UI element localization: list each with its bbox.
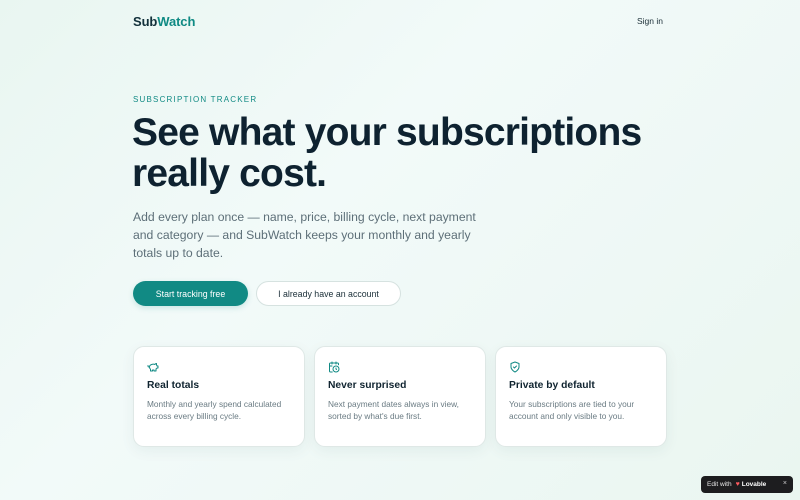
headline-line-2: really cost.	[132, 152, 327, 195]
heart-icon: ♥	[735, 481, 740, 488]
feature-card-private-by-default: Private by default Your subscriptions ar…	[495, 346, 667, 447]
shield-check-icon	[509, 360, 521, 373]
close-icon[interactable]: ×	[783, 480, 787, 487]
start-tracking-button[interactable]: Start tracking free	[133, 281, 248, 306]
feature-title: Never surprised	[328, 380, 407, 391]
logo-text-part1: Sub	[133, 14, 158, 29]
hero-eyebrow: SUBSCRIPTION TRACKER	[133, 95, 258, 104]
badge-brand: Lovable	[741, 481, 767, 488]
feature-title: Real totals	[147, 380, 200, 391]
headline-line-1: See what your subscriptions	[132, 111, 642, 154]
hero-headline: See what your subscriptions really cost.	[132, 112, 692, 194]
feature-description: Next payment dates always in view, sorte…	[328, 399, 459, 422]
site-header: SubWatch Sign in	[0, 0, 800, 44]
piggy-bank-icon	[147, 360, 159, 372]
feature-title: Private by default	[509, 380, 595, 391]
logo-text-part2: Watch	[157, 14, 196, 29]
feature-description: Your subscriptions are tied to your acco…	[509, 399, 635, 422]
logo[interactable]: SubWatch	[133, 14, 195, 29]
edit-with-lovable-badge[interactable]: Edit with ♥ Lovable ×	[701, 476, 793, 493]
sign-in-link[interactable]: Sign in	[637, 16, 663, 26]
badge-prefix: Edit with	[707, 481, 732, 488]
calendar-clock-icon	[328, 360, 340, 373]
feature-card-real-totals: Real totals Monthly and yearly spend cal…	[133, 346, 305, 447]
feature-description: Monthly and yearly spend calculated acro…	[147, 399, 282, 422]
hero-subtitle: Add every plan once — name, price, billi…	[133, 210, 476, 260]
feature-card-never-surprised: Never surprised Next payment dates alway…	[314, 346, 486, 447]
existing-account-button[interactable]: I already have an account	[256, 281, 401, 306]
